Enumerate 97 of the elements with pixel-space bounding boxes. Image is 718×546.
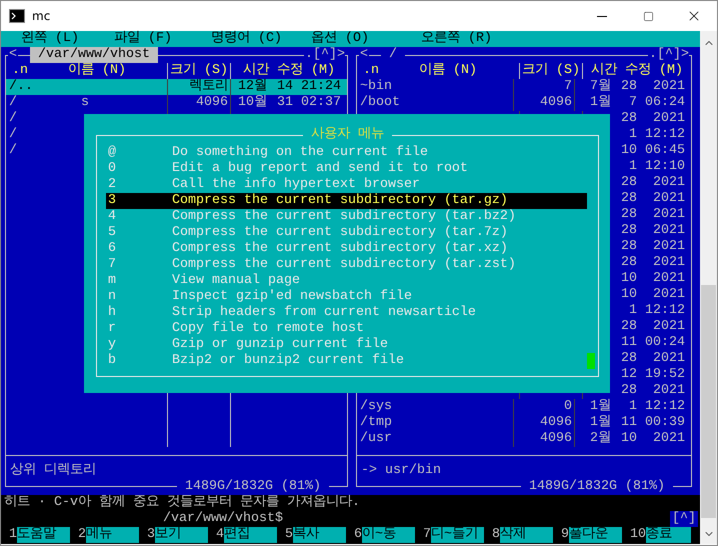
file-size: 7 — [564, 79, 572, 95]
file-size: 0 — [564, 399, 572, 415]
panel-path: /var/www/vhost — [30, 47, 158, 63]
file-modified: 2월 10 2021 — [589, 431, 685, 447]
scrollbar-thumb[interactable] — [701, 285, 716, 518]
file-size: 4096 — [196, 95, 228, 111]
file-modified: 28 2021 — [620, 207, 685, 223]
file-name: /boot — [360, 95, 400, 110]
menu-item[interactable]: 왼쪽 (L) — [21, 31, 79, 46]
file-name: /usr — [360, 431, 392, 446]
file-name: /.. — [9, 79, 33, 94]
file-modified: 28 2021 — [620, 383, 685, 399]
file-row[interactable]: / s 4096 10월 31 02:37 — [6, 95, 347, 111]
function-key-number: 9 — [561, 527, 569, 543]
file-modified: 11 00:24 — [620, 335, 685, 351]
file-name: ~bin — [360, 79, 392, 94]
file-modified: 1 12:12 — [628, 127, 685, 143]
file-modified: 10월 31 02:37 — [237, 95, 341, 111]
text-cursor — [587, 353, 595, 369]
file-modified: 1월 1 12:12 — [589, 399, 685, 414]
file-modified: 1 12:12 — [628, 303, 685, 319]
column-header[interactable]: 이름 (N) — [419, 63, 477, 79]
file-modified: 10 2021 — [620, 287, 685, 303]
subshell-toggle-button[interactable]: [^] — [670, 511, 698, 527]
file-modified: 1 12:10 — [628, 159, 685, 175]
function-key-button[interactable]: 도움말 — [17, 527, 70, 543]
file-size: 4096 — [540, 415, 572, 431]
menu-item[interactable]: 오른쪽 (R) — [421, 31, 492, 46]
file-modified: 10 06:45 — [620, 143, 685, 159]
file-modified: 28 2021 — [620, 175, 685, 191]
column-header[interactable]: 시간 수정 (M) — [591, 63, 683, 79]
column-header: .n — [11, 63, 28, 79]
disk-usage: 1489G/1832G (81%) — [521, 479, 673, 495]
file-modified: 12 19:52 — [620, 367, 685, 383]
file-modified: 1월 7 06:24 — [589, 95, 685, 111]
file-row[interactable]: /sys 0 1월 1 12:12 — [357, 399, 691, 415]
column-header[interactable]: 시간 수정 (M) — [243, 63, 335, 79]
file-modified: 28 2021 — [620, 223, 685, 239]
function-key-number: 2 — [78, 527, 86, 543]
file-name: / — [9, 111, 17, 126]
file-modified: 7월 28 2021 — [589, 79, 685, 94]
function-key-number: 5 — [285, 527, 293, 543]
function-key-number: 7 — [423, 527, 431, 543]
function-key-number: 3 — [147, 527, 155, 543]
file-row[interactable]: /tmp 4096 1월 11 00:39 — [357, 415, 691, 431]
function-key-number: 8 — [492, 527, 500, 543]
menu-item[interactable]: 3 Compress the current subdirectory (tar.gz) — [106, 193, 587, 209]
function-key-button[interactable]: 메뉴 — [86, 527, 139, 543]
function-key-button[interactable]: 삭제 — [500, 527, 553, 543]
file-row[interactable]: /usr 4096 2월 10 2021 — [357, 431, 691, 447]
disk-usage: 1489G/1832G (81%) — [177, 479, 329, 495]
menu-item[interactable]: 파일 (F) — [114, 31, 172, 46]
file-size: 4096 — [540, 95, 572, 111]
menu-item[interactable]: 옵션 (O) — [311, 31, 369, 46]
file-modified: 12월 14 21:24 — [237, 79, 341, 94]
file-modified: 28 2021 — [620, 255, 685, 271]
scrollbar[interactable] — [700, 31, 717, 544]
column-header[interactable]: 이름 (N) — [68, 63, 126, 79]
file-name: /tmp — [360, 415, 392, 430]
window-title: mc — [32, 8, 50, 24]
function-key-number: 4 — [216, 527, 224, 543]
function-key-button[interactable]: 복사 — [293, 527, 346, 543]
function-key-button[interactable]: 종료 — [646, 527, 691, 543]
function-key-button[interactable]: 이~동 — [362, 527, 415, 543]
function-key-number: 10 — [630, 527, 646, 543]
file-modified: 28 2021 — [620, 319, 685, 335]
panel-toggle-button[interactable]: .[^]> — [304, 47, 345, 63]
file-modified: 10 2021 — [620, 271, 685, 287]
terminal-app-icon — [9, 8, 25, 24]
mini-status: 상위 디렉토리 — [10, 463, 96, 478]
file-size: 렉토리 — [189, 79, 228, 95]
column-header: .n — [362, 63, 379, 79]
file-row[interactable]: /boot 4096 1월 7 06:24 — [357, 95, 691, 111]
menu-item[interactable]: 명령어 (C) — [211, 31, 282, 46]
function-key-button[interactable]: 디~들기 — [431, 527, 484, 543]
file-name: /sys — [360, 399, 392, 414]
panel-toggle-button[interactable]: .[^]> — [648, 47, 689, 63]
function-key-number: 1 — [9, 527, 17, 543]
file-modified: 28 2021 — [620, 351, 685, 367]
file-name: / s — [9, 95, 89, 110]
column-header[interactable]: 크기 (S) — [170, 63, 228, 79]
file-modified: 28 2021 — [620, 191, 685, 207]
function-key-button[interactable]: 풀다운 — [569, 527, 622, 543]
maximize-icon — [642, 10, 654, 22]
function-key-button[interactable]: 편집 — [224, 527, 277, 543]
command-prompt: /var/www/vhost$ — [163, 511, 283, 527]
file-modified: 28 2021 — [620, 239, 685, 255]
function-key-number: 6 — [354, 527, 362, 543]
function-key-button[interactable]: 보기 — [155, 527, 208, 543]
mini-status: -> usr/bin — [361, 463, 441, 478]
file-modified: 28 2021 — [620, 111, 685, 127]
file-modified: 1월 11 00:39 — [589, 415, 685, 430]
file-row[interactable]: ~bin 7 7월 28 2021 — [357, 79, 691, 95]
hint-text: 히트 · C-v아 함께 중요 것들로부터 문자를 가져옵니다. — [4, 495, 360, 510]
column-header[interactable]: 크기 (S) — [522, 63, 580, 79]
file-size: 4096 — [540, 431, 572, 447]
file-row[interactable]: /.. 렉토리 12월 14 21:24 — [6, 79, 347, 95]
